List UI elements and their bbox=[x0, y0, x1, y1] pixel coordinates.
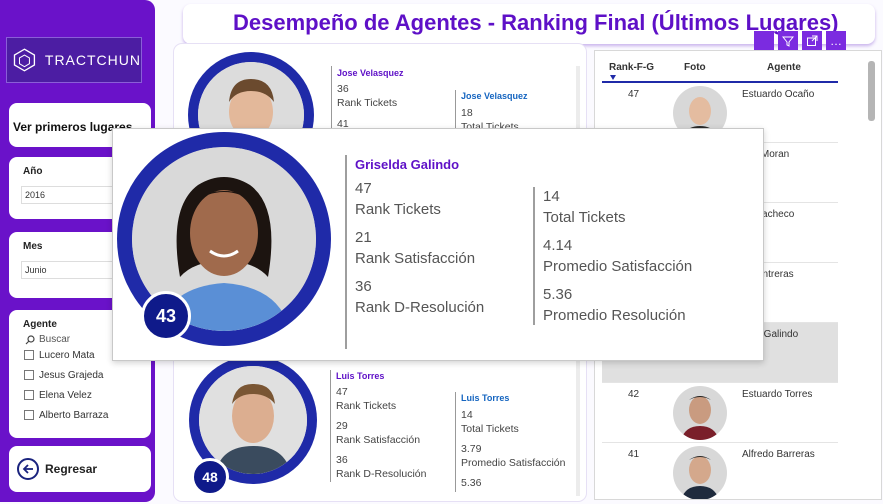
total-tickets-value: 18 bbox=[461, 107, 473, 119]
agent-option-label: Alberto Barraza bbox=[39, 409, 109, 421]
rank-resolution-label: Rank D-Resolución bbox=[336, 468, 427, 480]
rank-badge: 43 bbox=[141, 291, 191, 341]
agent-tooltip: 43 Griselda Galindo 47 Rank Tickets 21 R… bbox=[112, 128, 764, 361]
avg-resolution-value: 5.36 bbox=[461, 477, 482, 489]
divider bbox=[345, 155, 347, 349]
rank-resolution-value: 36 bbox=[355, 278, 372, 295]
page-title: Desempeño de Agentes - Ranking Final (Úl… bbox=[233, 10, 839, 35]
rank-satisfaction-value: 29 bbox=[336, 420, 348, 432]
avg-satisfaction-value: 3.79 bbox=[461, 443, 482, 455]
table-row[interactable]: 42 Estuardo Torres bbox=[602, 383, 838, 443]
checkbox[interactable] bbox=[24, 410, 34, 420]
avg-satisfaction-label: Promedio Satisfacción bbox=[543, 258, 693, 275]
table-header: Rank-F-G Foto Agente bbox=[602, 61, 838, 83]
rank-tickets-value: 47 bbox=[336, 386, 348, 398]
rank-tickets-label: Rank Tickets bbox=[337, 97, 398, 109]
rank-tickets-value: 36 bbox=[337, 83, 349, 95]
rank-tickets-label: Rank Tickets bbox=[355, 201, 441, 218]
total-tickets-label: Total Tickets bbox=[543, 209, 626, 226]
logo-text: TRACTCHUN bbox=[44, 52, 141, 68]
filter-icon[interactable] bbox=[778, 31, 798, 51]
rank-cell: 47 bbox=[628, 89, 640, 100]
rank-satisfaction-label: Rank Satisfacción bbox=[336, 434, 421, 446]
rank-resolution-value: 36 bbox=[336, 454, 348, 466]
agent-option-label: Jesus Grajeda bbox=[39, 369, 104, 381]
agent-photo bbox=[673, 386, 727, 440]
divider bbox=[455, 392, 456, 492]
rank-tickets-value: 47 bbox=[355, 180, 372, 197]
agent-name: Griselda Galindo bbox=[355, 157, 460, 172]
checkbox[interactable] bbox=[24, 370, 34, 380]
agent-name: Luis Torres bbox=[336, 371, 385, 381]
checkbox[interactable] bbox=[24, 350, 34, 360]
search-icon bbox=[25, 334, 35, 344]
rank-cell: 41 bbox=[628, 449, 640, 460]
more-options-icon[interactable]: … bbox=[826, 31, 846, 51]
agent-option[interactable]: Alberto Barraza bbox=[9, 405, 151, 425]
checkbox[interactable] bbox=[24, 390, 34, 400]
expand-icon[interactable] bbox=[802, 31, 822, 51]
scrollbar[interactable] bbox=[868, 61, 875, 121]
divider bbox=[533, 187, 535, 325]
visual-header-icons: … bbox=[754, 31, 846, 51]
table-row[interactable]: 41 Alfredo Barreras bbox=[602, 443, 838, 499]
agent-cell: Estuardo Ocaño bbox=[742, 89, 815, 100]
sort-desc-icon bbox=[610, 75, 616, 80]
rank-tickets-label: Rank Tickets bbox=[336, 400, 397, 412]
rank-cell: 42 bbox=[628, 389, 640, 400]
agent-cell: Alfredo Barreras bbox=[742, 449, 815, 460]
total-tickets-value: 14 bbox=[461, 409, 473, 421]
back-arrow-icon bbox=[17, 458, 39, 480]
divider bbox=[330, 370, 331, 482]
avg-resolution-value: 5.36 bbox=[543, 286, 573, 303]
agent-option[interactable]: Elena Velez bbox=[9, 385, 151, 405]
column-header-rank[interactable]: Rank-F-G bbox=[609, 62, 654, 73]
column-header-agent[interactable]: Agente bbox=[767, 62, 801, 73]
agent-name: Jose Velasquez bbox=[337, 68, 404, 78]
agent-name-secondary: Jose Velasquez bbox=[461, 91, 528, 101]
agent-photo bbox=[673, 446, 727, 499]
rank-resolution-label: Rank D-Resolución bbox=[355, 299, 485, 316]
rank-satisfaction-value: 21 bbox=[355, 229, 372, 246]
agent-option-label: Elena Velez bbox=[39, 389, 92, 401]
agent-name-secondary: Luis Torres bbox=[461, 393, 510, 403]
column-header-photo[interactable]: Foto bbox=[684, 62, 706, 73]
avg-satisfaction-label: Promedio Satisfacción bbox=[461, 457, 566, 469]
agent-option[interactable]: Jesus Grajeda bbox=[9, 365, 151, 385]
rank-satisfaction-label: Rank Satisfacción bbox=[355, 250, 476, 267]
hexagon-logo-icon bbox=[13, 48, 36, 72]
avg-satisfaction-value: 4.14 bbox=[543, 237, 573, 254]
total-tickets-label: Total Tickets bbox=[461, 423, 519, 435]
search-placeholder: Buscar bbox=[39, 334, 71, 345]
agent-option-label: Lucero Mata bbox=[39, 349, 95, 361]
rank-badge: 48 bbox=[191, 458, 229, 496]
back-label: Regresar bbox=[45, 462, 98, 476]
back-button[interactable]: Regresar bbox=[9, 446, 151, 492]
pin-icon[interactable] bbox=[754, 31, 774, 51]
logo: TRACTCHUN bbox=[6, 37, 142, 83]
total-tickets-value: 14 bbox=[543, 188, 560, 205]
agent-cell: Estuardo Torres bbox=[742, 389, 813, 400]
avg-resolution-label: Promedio Resolución bbox=[543, 307, 686, 324]
